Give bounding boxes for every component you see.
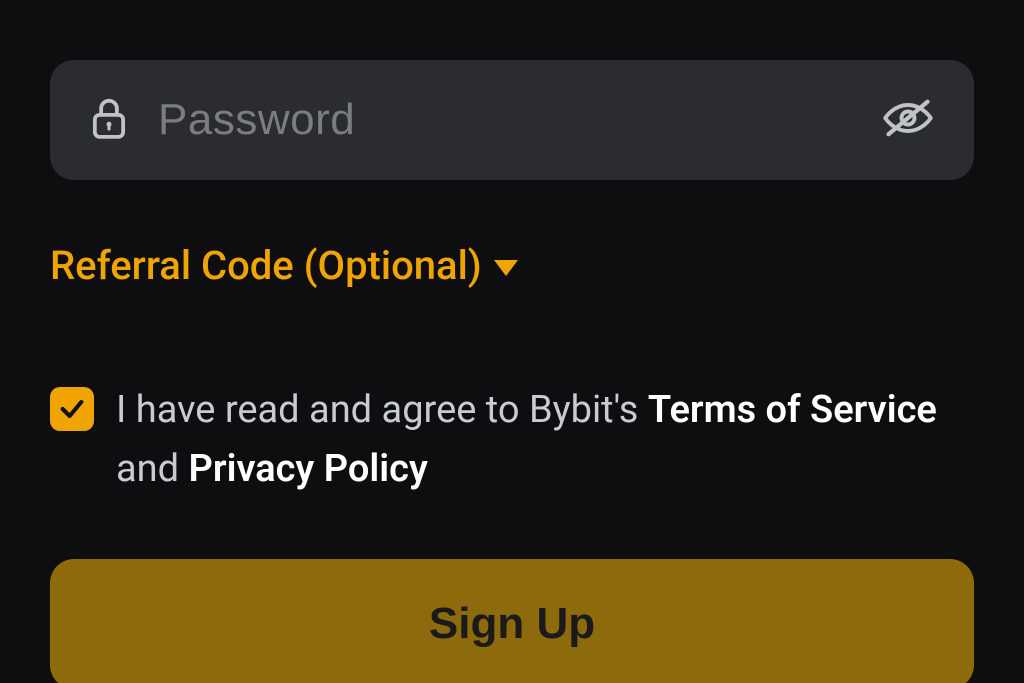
agreement-row: I have read and agree to Bybit's Terms o… <box>50 381 974 499</box>
agreement-mid: and <box>116 447 189 491</box>
eye-off-icon[interactable] <box>882 98 934 142</box>
chevron-down-icon <box>494 260 518 276</box>
privacy-policy-link[interactable]: Privacy Policy <box>189 447 428 491</box>
password-field[interactable] <box>50 60 974 180</box>
password-input[interactable] <box>156 94 854 146</box>
agreement-text: I have read and agree to Bybit's Terms o… <box>116 381 974 499</box>
terms-of-service-link[interactable]: Terms of Service <box>648 388 937 432</box>
signup-form: Referral Code (Optional) I have read and… <box>0 0 1024 683</box>
agreement-pre: I have read and agree to Bybit's <box>116 388 648 432</box>
referral-toggle[interactable]: Referral Code (Optional) <box>50 242 974 289</box>
lock-icon <box>90 96 128 144</box>
agreement-checkbox[interactable] <box>50 387 94 431</box>
signup-button[interactable]: Sign Up <box>50 559 974 683</box>
referral-label: Referral Code (Optional) <box>50 242 482 289</box>
